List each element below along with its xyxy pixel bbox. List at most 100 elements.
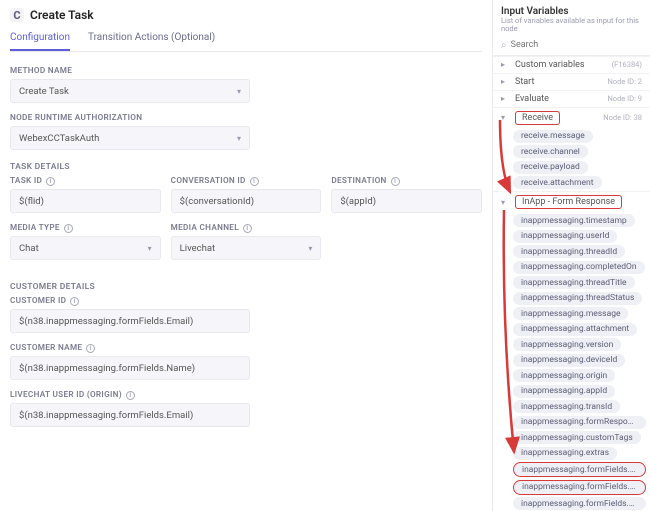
- customer-id-value: $(n38.inappmessaging.formFields.Email): [19, 316, 193, 327]
- variable-chip[interactable]: inappmessaging.customTags: [513, 431, 641, 444]
- customer-name-input[interactable]: $(n38.inappmessaging.formFields.Name): [10, 356, 250, 380]
- chevron-right-icon: ▸: [501, 94, 509, 103]
- tabs: Configuration Transition Actions (Option…: [10, 26, 482, 52]
- section-receive[interactable]: ▾ Receive Node ID: 38: [493, 107, 650, 128]
- inapp-chip-list: inappmessaging.timestamp inappmessaging.u…: [493, 212, 650, 511]
- chevron-down-icon: ▾: [148, 244, 152, 253]
- section-label: Custom variables: [515, 60, 585, 70]
- section-evaluate[interactable]: ▸ Evaluate Node ID: 9: [493, 90, 650, 107]
- variable-chip[interactable]: inappmessaging.deviceId: [513, 354, 625, 367]
- variable-chip[interactable]: inappmessaging.version: [513, 338, 621, 351]
- media-channel-select[interactable]: Livechat ▾: [171, 236, 322, 260]
- media-type-select[interactable]: Chat ▾: [10, 236, 161, 260]
- destination-value: $(appId): [340, 196, 376, 207]
- conversation-id-label: CONVERSATION IDi: [171, 176, 322, 186]
- input-variables-panel: Input Variables List of variables availa…: [492, 0, 650, 511]
- livechat-user-value: $(n38.inappmessaging.formFields.Email): [19, 410, 193, 421]
- input-variables-subtitle: List of variables available as input for…: [501, 17, 642, 34]
- variable-chip[interactable]: inappmessaging.completedOn: [513, 261, 645, 274]
- info-icon: i: [126, 391, 135, 400]
- info-icon: i: [70, 297, 79, 306]
- runtime-auth-label: NODE RUNTIME AUTHORIZATION: [10, 113, 250, 123]
- task-id-value: $(flid): [19, 196, 44, 207]
- variable-chip[interactable]: inappmessaging.threadId: [513, 245, 625, 258]
- media-channel-label: MEDIA CHANNELi: [171, 223, 322, 233]
- variable-search-input[interactable]: [511, 40, 642, 50]
- variable-chip[interactable]: inappmessaging.message: [513, 307, 628, 320]
- search-icon: ⌕: [501, 40, 507, 51]
- section-start[interactable]: ▸ Start Node ID: 2: [493, 73, 650, 90]
- section-label: Start: [515, 77, 534, 87]
- chevron-down-icon: ▾: [501, 113, 509, 122]
- chevron-down-icon: ▾: [308, 244, 312, 253]
- variable-chip[interactable]: inappmessaging.transId: [513, 400, 620, 413]
- task-id-label: TASK IDi: [10, 176, 161, 186]
- node-icon: C: [10, 8, 24, 22]
- variable-chip[interactable]: receive.channel: [513, 145, 588, 158]
- variable-chip[interactable]: inappmessaging.appId: [513, 385, 615, 398]
- tab-configuration[interactable]: Configuration: [10, 26, 70, 51]
- section-label: InApp - Form Response: [515, 195, 622, 209]
- section-label: Evaluate: [515, 94, 549, 104]
- variable-chip[interactable]: inappmessaging.userId: [513, 230, 617, 243]
- variable-chip[interactable]: inappmessaging.formFields.Email: [513, 480, 646, 495]
- section-meta: Node ID: 9: [607, 94, 642, 103]
- section-custom-variables[interactable]: ▸ Custom variables (F16384): [493, 56, 650, 73]
- variable-search[interactable]: ⌕: [493, 36, 650, 56]
- customer-name-value: $(n38.inappmessaging.formFields.Name): [19, 363, 195, 374]
- conversation-id-value: $(conversationId): [180, 196, 254, 207]
- variable-chip[interactable]: receive.message: [513, 130, 593, 143]
- variable-chip[interactable]: inappmessaging.threadStatus: [513, 292, 642, 305]
- customer-name-label: CUSTOMER NAMEi: [10, 343, 250, 353]
- variable-chip[interactable]: inappmessaging.formFields.Name: [513, 462, 646, 477]
- info-icon: i: [46, 177, 55, 186]
- info-icon: i: [250, 177, 259, 186]
- chevron-down-icon: ▾: [237, 134, 241, 143]
- input-variables-header: Input Variables List of variables availa…: [493, 0, 650, 36]
- variable-chip[interactable]: inappmessaging.threadTitle: [513, 276, 635, 289]
- info-icon: i: [86, 344, 95, 353]
- info-icon: i: [64, 224, 73, 233]
- method-name-value: Create Task: [19, 86, 69, 97]
- media-type-value: Chat: [19, 243, 39, 254]
- section-meta: Node ID: 38: [603, 113, 642, 122]
- method-name-label: METHOD NAME: [10, 66, 250, 76]
- runtime-auth-select[interactable]: WebexCCTaskAuth ▾: [10, 126, 250, 150]
- chevron-down-icon: ▾: [237, 87, 241, 96]
- section-inapp-form-response[interactable]: ▾ InApp - Form Response: [493, 191, 650, 212]
- chevron-right-icon: ▸: [501, 77, 509, 86]
- variable-chip[interactable]: inappmessaging.origin: [513, 369, 615, 382]
- variable-chip[interactable]: inappmessaging.formFields.PhoneNumber: [513, 497, 646, 510]
- variable-chip[interactable]: inappmessaging.timestamp: [513, 214, 635, 227]
- section-meta: Node ID: 2: [607, 77, 642, 86]
- chevron-down-icon: ▾: [501, 198, 509, 207]
- panel-header: C Create Task: [10, 0, 482, 26]
- variable-chip[interactable]: inappmessaging.formResponse: [513, 416, 646, 429]
- variable-chip[interactable]: receive.payload: [513, 161, 588, 174]
- destination-label: DESTINATIONi: [331, 176, 482, 186]
- variable-chip[interactable]: receive.attachment: [513, 176, 602, 189]
- task-details-label: TASK DETAILS: [10, 162, 482, 172]
- tab-transition-actions[interactable]: Transition Actions (Optional): [88, 26, 215, 51]
- method-name-select[interactable]: Create Task ▾: [10, 79, 250, 103]
- variable-chip[interactable]: inappmessaging.attachment: [513, 323, 637, 336]
- customer-details-label: CUSTOMER DETAILS: [10, 282, 482, 292]
- livechat-user-label: LIVECHAT USER ID (ORIGIN)i: [10, 390, 250, 400]
- section-meta: (F16384): [612, 60, 642, 69]
- chevron-right-icon: ▸: [501, 60, 509, 69]
- customer-id-input[interactable]: $(n38.inappmessaging.formFields.Email): [10, 309, 250, 333]
- conversation-id-input[interactable]: $(conversationId): [171, 189, 322, 213]
- info-icon: i: [243, 224, 252, 233]
- panel-title: Create Task: [30, 8, 94, 22]
- receive-chip-list: receive.message receive.channel receive.pa…: [493, 128, 650, 192]
- livechat-user-input[interactable]: $(n38.inappmessaging.formFields.Email): [10, 403, 250, 427]
- variable-chip[interactable]: inappmessaging.extras: [513, 447, 617, 460]
- section-label: Receive: [515, 111, 560, 125]
- customer-id-label: CUSTOMER IDi: [10, 296, 250, 306]
- media-type-label: MEDIA TYPEi: [10, 223, 161, 233]
- destination-input[interactable]: $(appId): [331, 189, 482, 213]
- config-panel: C Create Task Configuration Transition A…: [0, 0, 492, 511]
- media-channel-value: Livechat: [180, 243, 216, 254]
- task-id-input[interactable]: $(flid): [10, 189, 161, 213]
- runtime-auth-value: WebexCCTaskAuth: [19, 133, 99, 144]
